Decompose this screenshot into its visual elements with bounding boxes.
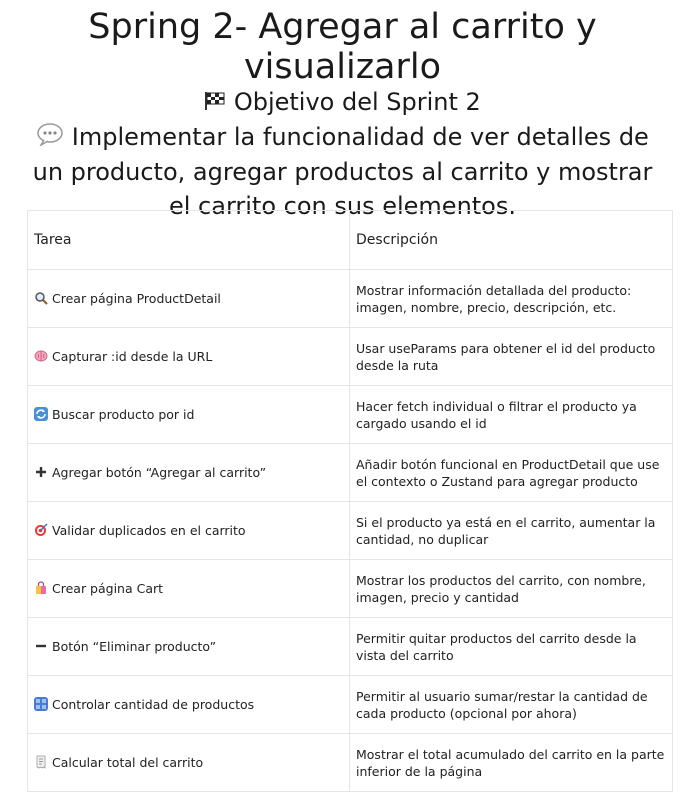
task-label: Buscar producto por id: [52, 407, 195, 422]
task-cell: Botón “Eliminar producto”: [27, 617, 350, 676]
task-cell: Crear página ProductDetail: [27, 269, 350, 328]
description-cell: Añadir botón funcional en ProductDetail …: [349, 443, 673, 502]
table-row: Capturar :id desde la URL Usar useParams…: [27, 327, 673, 386]
column-header-task: Tarea: [27, 210, 350, 270]
table-row: Buscar producto por id Hacer fetch indiv…: [27, 385, 673, 444]
description-cell: Mostrar información detallada del produc…: [349, 269, 673, 328]
task-label: Botón “Eliminar producto”: [52, 639, 217, 654]
magnifier-icon: [34, 291, 48, 305]
task-label: Agregar botón “Agregar al carrito”: [52, 465, 267, 480]
table-row: Agregar botón “Agregar al carrito” Añadi…: [27, 443, 673, 502]
table-row: Validar duplicados en el carrito Si el p…: [27, 501, 673, 560]
table-row: Crear página ProductDetail Mostrar infor…: [27, 269, 673, 328]
intro-text: Implementar la funcionalidad de ver deta…: [32, 123, 653, 220]
minus-icon: [34, 639, 48, 653]
task-label: Crear página ProductDetail: [52, 291, 221, 306]
sprint-goal-heading: Objetivo del Sprint 2: [0, 87, 685, 118]
description-cell: Hacer fetch individual o filtrar el prod…: [349, 385, 673, 444]
checkered-flag-icon: [204, 88, 226, 118]
document-header: Spring 2- Agregar al carrito y visualiza…: [0, 7, 685, 223]
task-cell: Calcular total del carrito: [27, 733, 350, 792]
description-cell: Usar useParams para obtener el id del pr…: [349, 327, 673, 386]
task-label: Capturar :id desde la URL: [52, 349, 213, 364]
task-cell: Controlar cantidad de productos: [27, 675, 350, 734]
description-cell: Si el producto ya está en el carrito, au…: [349, 501, 673, 560]
arrows-cycle-icon: [34, 407, 48, 421]
task-label: Validar duplicados en el carrito: [52, 523, 246, 538]
sprint-goal-text: Objetivo del Sprint 2: [233, 88, 481, 116]
task-label: Calcular total del carrito: [52, 755, 204, 770]
description-cell: Mostrar los productos del carrito, con n…: [349, 559, 673, 618]
table-header-row: Tarea Descripción: [27, 210, 673, 270]
description-cell: Mostrar el total acumulado del carrito e…: [349, 733, 673, 792]
plus-icon: [34, 465, 48, 479]
speech-bubble-icon: [36, 121, 64, 155]
task-cell: Capturar :id desde la URL: [27, 327, 350, 386]
table-row: Botón “Eliminar producto” Permitir quita…: [27, 617, 673, 676]
receipt-icon: [34, 755, 48, 769]
task-cell: Validar duplicados en el carrito: [27, 501, 350, 560]
column-header-description: Descripción: [349, 210, 673, 270]
task-cell: Crear página Cart: [27, 559, 350, 618]
intro-paragraph: Implementar la funcionalidad de ver deta…: [24, 120, 661, 223]
numbers-icon: [34, 697, 48, 711]
description-cell: Permitir al usuario sumar/restar la cant…: [349, 675, 673, 734]
task-label: Controlar cantidad de productos: [52, 697, 255, 712]
page-title: Spring 2- Agregar al carrito y visualiza…: [88, 7, 597, 87]
task-cell: Agregar botón “Agregar al carrito”: [27, 443, 350, 502]
target-icon: [34, 523, 48, 537]
table-row: Crear página Cart Mostrar los productos …: [27, 559, 673, 618]
table-row: Calcular total del carrito Mostrar el to…: [27, 733, 673, 792]
sprint-tasks-table: Tarea Descripción Crear página ProductDe…: [27, 210, 673, 792]
task-cell: Buscar producto por id: [27, 385, 350, 444]
brain-icon: [34, 349, 48, 363]
task-label: Crear página Cart: [52, 581, 164, 596]
shopping-bag-icon: [34, 581, 48, 595]
description-cell: Permitir quitar productos del carrito de…: [349, 617, 673, 676]
table-row: Controlar cantidad de productos Permitir…: [27, 675, 673, 734]
